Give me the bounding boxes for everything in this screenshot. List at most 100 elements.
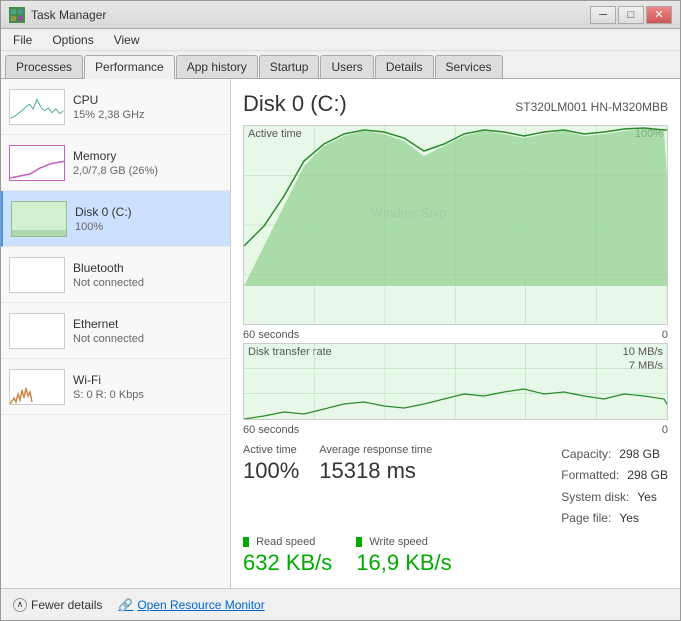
page-file-label: Page file: bbox=[561, 508, 611, 530]
sidebar-item-disk[interactable]: Disk 0 (C:) 100% bbox=[1, 191, 230, 247]
close-button[interactable]: ✕ bbox=[646, 6, 672, 24]
active-time-chart: Active time 100% bbox=[243, 125, 668, 325]
read-speed-stat: Read speed 632 KB/s bbox=[243, 536, 332, 576]
fewer-details-button[interactable]: ∧ Fewer details bbox=[13, 598, 102, 612]
formatted-row: Formatted: 298 GB bbox=[561, 465, 668, 487]
maximize-button[interactable]: □ bbox=[618, 6, 644, 24]
write-speed-value: 16,9 KB/s bbox=[356, 550, 451, 576]
wifi-label: Wi-Fi bbox=[73, 373, 144, 387]
window-controls: ─ □ ✕ bbox=[590, 6, 672, 24]
ethernet-info: Ethernet Not connected bbox=[73, 317, 144, 345]
response-time-stat-label: Average response time bbox=[319, 444, 432, 456]
app-icon bbox=[9, 7, 25, 23]
disk-sub: 100% bbox=[75, 221, 132, 233]
menu-options[interactable]: Options bbox=[44, 31, 101, 49]
side-stats: Capacity: 298 GB Formatted: 298 GB Syste… bbox=[561, 444, 668, 530]
system-disk-label: System disk: bbox=[561, 487, 629, 509]
open-resource-monitor-link[interactable]: 🔗 Open Resource Monitor bbox=[118, 598, 264, 612]
chart2-time-right: 0 bbox=[662, 424, 668, 436]
read-speed-label: Read speed bbox=[243, 536, 332, 548]
sidebar-item-bluetooth[interactable]: Bluetooth Not connected bbox=[1, 247, 230, 303]
page-file-value: Yes bbox=[619, 508, 639, 530]
wifi-sub: S: 0 R: 0 Kbps bbox=[73, 389, 144, 401]
content-area: CPU 15% 2,38 GHz Memory 2,0/7,8 GB (26%) bbox=[1, 79, 680, 588]
capacity-row: Capacity: 298 GB bbox=[561, 444, 668, 466]
active-time-chart-svg bbox=[244, 126, 667, 324]
cpu-label: CPU bbox=[73, 93, 145, 107]
tab-app-history[interactable]: App history bbox=[176, 55, 258, 78]
fewer-details-label: Fewer details bbox=[31, 598, 102, 612]
disk-thumbnail bbox=[11, 201, 67, 237]
cpu-thumbnail bbox=[9, 89, 65, 125]
sidebar: CPU 15% 2,38 GHz Memory 2,0/7,8 GB (26%) bbox=[1, 79, 231, 588]
window-title: Task Manager bbox=[31, 8, 106, 22]
tab-processes[interactable]: Processes bbox=[5, 55, 83, 78]
tab-users[interactable]: Users bbox=[320, 55, 373, 78]
memory-label: Memory bbox=[73, 149, 158, 163]
disk-label: Disk 0 (C:) bbox=[75, 205, 132, 219]
read-indicator bbox=[243, 537, 249, 547]
chart1-time-label: 60 seconds bbox=[243, 329, 299, 341]
menu-view[interactable]: View bbox=[106, 31, 148, 49]
ethernet-sub: Not connected bbox=[73, 333, 144, 345]
write-indicator bbox=[356, 537, 362, 547]
sidebar-item-ethernet[interactable]: Ethernet Not connected bbox=[1, 303, 230, 359]
footer: ∧ Fewer details 🔗 Open Resource Monitor bbox=[1, 588, 680, 620]
response-time-stat: Average response time 15318 ms bbox=[319, 444, 432, 484]
read-write-row: Read speed 632 KB/s Write speed 16,9 KB/… bbox=[243, 536, 668, 576]
system-disk-row: System disk: Yes bbox=[561, 487, 668, 509]
main-panel: Disk 0 (C:) ST320LM001 HN-M320MBB Active… bbox=[231, 79, 680, 588]
bluetooth-thumbnail bbox=[9, 257, 65, 293]
write-speed-label-text: Write speed bbox=[369, 536, 428, 548]
chart1-bottom: 60 seconds 0 bbox=[243, 329, 668, 341]
chart2-bottom: 60 seconds 0 bbox=[243, 424, 668, 436]
title-bar: Task Manager ─ □ ✕ bbox=[1, 1, 680, 29]
wifi-thumbnail bbox=[9, 369, 65, 405]
resource-monitor-icon: 🔗 bbox=[118, 598, 133, 612]
ethernet-thumbnail bbox=[9, 313, 65, 349]
stats-row: Active time 100% Average response time 1… bbox=[243, 444, 668, 530]
capacity-label: Capacity: bbox=[561, 444, 611, 466]
write-speed-stat: Write speed 16,9 KB/s bbox=[356, 536, 451, 576]
write-speed-label: Write speed bbox=[356, 536, 451, 548]
system-disk-value: Yes bbox=[637, 487, 657, 509]
tab-bar: Processes Performance App history Startu… bbox=[1, 51, 680, 79]
memory-info: Memory 2,0/7,8 GB (26%) bbox=[73, 149, 158, 177]
wifi-info: Wi-Fi S: 0 R: 0 Kbps bbox=[73, 373, 144, 401]
menu-bar: File Options View bbox=[1, 29, 680, 51]
memory-thumbnail bbox=[9, 145, 65, 181]
disk-title: Disk 0 (C:) bbox=[243, 91, 347, 117]
chart2-time-label: 60 seconds bbox=[243, 424, 299, 436]
response-time-stat-value: 15318 ms bbox=[319, 458, 432, 484]
bluetooth-label: Bluetooth bbox=[73, 261, 144, 275]
menu-file[interactable]: File bbox=[5, 31, 40, 49]
bluetooth-info: Bluetooth Not connected bbox=[73, 261, 144, 289]
title-bar-left: Task Manager bbox=[9, 7, 106, 23]
bluetooth-sub: Not connected bbox=[73, 277, 144, 289]
capacity-value: 298 GB bbox=[619, 444, 660, 466]
formatted-value: 298 GB bbox=[627, 465, 668, 487]
cpu-info: CPU 15% 2,38 GHz bbox=[73, 93, 145, 121]
formatted-label: Formatted: bbox=[561, 465, 619, 487]
memory-sub: 2,0/7,8 GB (26%) bbox=[73, 165, 158, 177]
ethernet-label: Ethernet bbox=[73, 317, 144, 331]
fewer-details-icon: ∧ bbox=[13, 598, 27, 612]
watermark: Window Snip bbox=[371, 205, 447, 220]
sidebar-item-wifi[interactable]: Wi-Fi S: 0 R: 0 Kbps bbox=[1, 359, 230, 415]
read-speed-label-text: Read speed bbox=[256, 536, 315, 548]
task-manager-window: Task Manager ─ □ ✕ File Options View Pro… bbox=[0, 0, 681, 621]
tab-services[interactable]: Services bbox=[435, 55, 503, 78]
sidebar-item-memory[interactable]: Memory 2,0/7,8 GB (26%) bbox=[1, 135, 230, 191]
transfer-rate-svg bbox=[244, 344, 667, 419]
chart1-time-right: 0 bbox=[662, 329, 668, 341]
sidebar-item-cpu[interactable]: CPU 15% 2,38 GHz bbox=[1, 79, 230, 135]
disk-info: Disk 0 (C:) 100% bbox=[75, 205, 132, 233]
cpu-sub: 15% 2,38 GHz bbox=[73, 109, 145, 121]
minimize-button[interactable]: ─ bbox=[590, 6, 616, 24]
tab-performance[interactable]: Performance bbox=[84, 55, 175, 79]
tab-startup[interactable]: Startup bbox=[259, 55, 320, 78]
tab-details[interactable]: Details bbox=[375, 55, 434, 78]
active-time-stat-label: Active time bbox=[243, 444, 299, 456]
page-file-row: Page file: Yes bbox=[561, 508, 668, 530]
transfer-rate-chart: Disk transfer rate 10 MB/s 7 MB/s bbox=[243, 343, 668, 420]
